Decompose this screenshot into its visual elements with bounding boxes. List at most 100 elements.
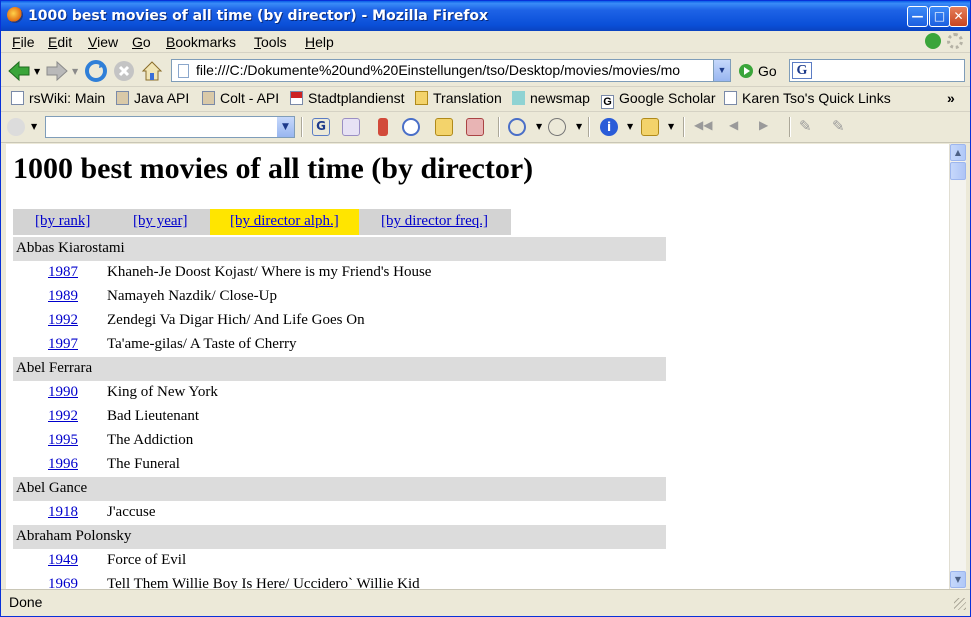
news-icon[interactable] (378, 118, 388, 136)
minimize-button[interactable]: — (907, 6, 928, 27)
forward-dropdown-icon[interactable]: ▼ (72, 67, 78, 76)
highlight-dropdown-icon[interactable]: ▼ (536, 122, 542, 131)
film-row: 1997 Ta'ame-gilas/ A Taste of Cherry (13, 333, 666, 357)
film-title: The Funeral (107, 456, 180, 472)
toolbar-separator (588, 117, 590, 137)
film-year-link[interactable]: 1990 (48, 381, 78, 403)
film-year-link[interactable]: 1969 (48, 573, 78, 589)
close-button[interactable]: ✕ (949, 6, 968, 27)
page-icon (11, 91, 24, 105)
tab-by-year[interactable]: [by year] (133, 213, 188, 230)
back-dropdown-icon[interactable]: ▼ (34, 67, 40, 76)
first-page-icon[interactable]: ◀◀ (694, 118, 712, 132)
scroll-thumb[interactable] (950, 162, 966, 180)
title-bar[interactable]: 1000 best movies of all time (by directo… (1, 1, 970, 31)
toolbar-separator (498, 117, 500, 137)
film-year-link[interactable]: 1987 (48, 261, 78, 283)
director-row: Abraham Polonsky (13, 525, 666, 549)
vertical-scrollbar[interactable]: ▲ ▼ (949, 144, 966, 589)
bookmark-rswiki[interactable]: rsWiki: Main (11, 90, 105, 106)
google-search-web-icon[interactable]: G (312, 118, 330, 136)
google-search-dropdown-icon[interactable]: ▼ (277, 117, 294, 137)
director-row: Abel Gance (13, 477, 666, 501)
film-title: Khaneh-Je Doost Kojast/ Where is my Frie… (107, 264, 432, 280)
open-folder-icon[interactable] (641, 118, 659, 136)
maximize-button[interactable]: □ (929, 6, 950, 27)
home-icon[interactable] (140, 59, 164, 83)
film-year-link[interactable]: 1997 (48, 333, 78, 355)
film-year-link[interactable]: 1989 (48, 285, 78, 307)
menu-go[interactable]: Go (132, 34, 151, 50)
film-row: 1989 Namayeh Nazdik/ Close-Up (13, 285, 666, 309)
info-dropdown-icon[interactable]: ▼ (627, 122, 633, 131)
scroll-up-icon[interactable]: ▲ (950, 144, 966, 161)
menu-view[interactable]: View (88, 34, 118, 50)
address-bar[interactable]: file:///C:/Dokumente%20und%20Einstellung… (171, 59, 731, 82)
page-title: 1000 best movies of all time (by directo… (13, 152, 534, 185)
tab-by-director-freq[interactable]: [by director freq.] (381, 213, 488, 230)
java-icon (116, 91, 129, 105)
bookmarks-overflow-chevron-icon[interactable]: » (947, 90, 955, 106)
film-title: Tell Them Willie Boy Is Here/ Uccidero` … (107, 576, 420, 589)
google-icon: G (601, 95, 614, 109)
autolink-dropdown-icon[interactable]: ▼ (576, 122, 582, 131)
bookmark-stadtplandienst[interactable]: Stadtplandienst (290, 90, 405, 106)
eraser-icon[interactable]: ✎ (832, 117, 845, 135)
film-row: 1918 J'accuse (13, 501, 666, 525)
window-title: 1000 best movies of all time (by directo… (28, 8, 489, 24)
film-title: Namayeh Nazdik/ Close-Up (107, 288, 277, 304)
bookmark-newsmap[interactable]: newsmap (512, 90, 590, 106)
info-icon[interactable]: i (600, 118, 618, 136)
tab-by-rank[interactable]: [by rank] (35, 213, 90, 230)
next-page-icon[interactable]: ▶ (759, 118, 768, 132)
stop-icon[interactable] (112, 59, 136, 83)
address-dropdown-icon[interactable]: ▼ (713, 60, 730, 81)
status-text: Done (9, 594, 43, 610)
menu-bookmarks[interactable]: Bookmarks (166, 34, 236, 50)
bookmark-karen-tso[interactable]: Karen Tso's Quick Links (724, 90, 891, 106)
google-toolbar-icon[interactable] (7, 118, 25, 136)
reload-icon[interactable] (84, 59, 108, 83)
add-icon[interactable] (925, 33, 941, 49)
folder-dropdown-icon[interactable]: ▼ (668, 122, 674, 131)
highlight-search-icon[interactable] (508, 118, 526, 136)
film-year-link[interactable]: 1992 (48, 405, 78, 427)
navigation-toolbar: ▼ ▼ file:///C:/Dokumente%20und%20Einstel… (1, 54, 970, 87)
menu-tools[interactable]: Tools (254, 34, 287, 50)
bookmark-colt-api[interactable]: Colt - API (202, 90, 279, 106)
film-row: 1990 King of New York (13, 381, 666, 405)
film-row: 1949 Force of Evil (13, 549, 666, 573)
menu-file[interactable]: File (12, 34, 35, 50)
bookmark-google-scholar[interactable]: G Google Scholar (601, 90, 716, 109)
scroll-down-icon[interactable]: ▼ (950, 571, 966, 588)
bookmarks-toolbar: rsWiki: Main Java API Colt - API Stadtpl… (1, 87, 970, 112)
film-year-link[interactable]: 1918 (48, 501, 78, 523)
google-search-input[interactable]: ▼ (45, 116, 295, 138)
film-row: 1996 The Funeral (13, 453, 666, 477)
forward-icon[interactable] (45, 59, 69, 83)
autolink-icon[interactable] (544, 114, 570, 140)
url-text: file:///C:/Dokumente%20und%20Einstellung… (196, 62, 681, 78)
tab-by-director-alph[interactable]: [by director alph.] (230, 213, 339, 230)
search-site-icon[interactable] (342, 118, 360, 136)
google-search-icon[interactable]: G (792, 62, 812, 79)
menu-help[interactable]: Help (305, 34, 334, 50)
resize-grip-icon[interactable] (954, 598, 966, 610)
go-button[interactable]: Go (739, 63, 777, 79)
film-year-link[interactable]: 1992 (48, 309, 78, 331)
newsmap-icon (512, 91, 525, 105)
popup-blocker-icon[interactable] (466, 118, 484, 136)
search-box[interactable]: G (789, 59, 965, 82)
film-year-link[interactable]: 1996 (48, 453, 78, 475)
highlighter-icon[interactable]: ✎ (799, 117, 812, 135)
google-menu-dropdown-icon[interactable]: ▼ (31, 122, 37, 131)
previous-page-icon[interactable]: ◀ (729, 118, 738, 132)
groups-icon[interactable] (402, 118, 420, 136)
back-icon[interactable] (7, 59, 31, 83)
film-year-link[interactable]: 1995 (48, 429, 78, 451)
menu-edit[interactable]: Edit (48, 34, 72, 50)
film-year-link[interactable]: 1949 (48, 549, 78, 571)
bookmark-translation[interactable]: Translation (415, 90, 502, 106)
directory-icon[interactable] (435, 118, 453, 136)
bookmark-java-api[interactable]: Java API (116, 90, 189, 106)
